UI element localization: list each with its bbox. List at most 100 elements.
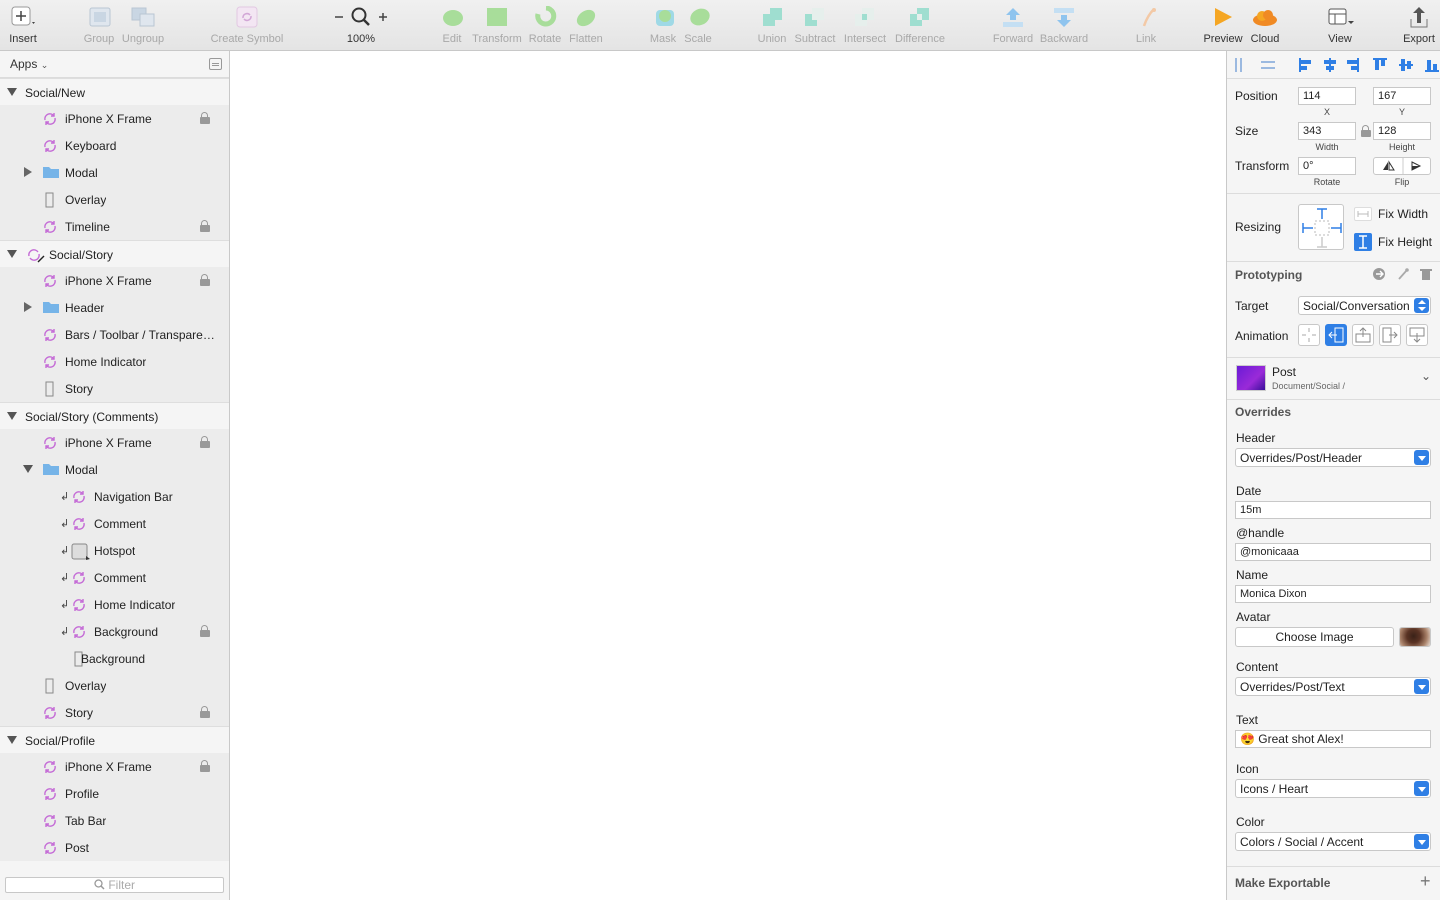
layer-row[interactable]: Story — [0, 375, 229, 402]
layer-row[interactable]: Background — [0, 645, 229, 672]
layer-row[interactable]: Overlay — [0, 672, 229, 699]
choose-image-button[interactable]: Choose Image — [1235, 627, 1394, 647]
collapse-pages-icon[interactable] — [209, 58, 222, 70]
position-x-field[interactable]: 114 — [1298, 87, 1356, 105]
artboard-row[interactable]: Social/New — [0, 78, 229, 105]
disclosure-open-icon[interactable] — [7, 736, 17, 744]
artboard-row[interactable]: Social/Story — [0, 240, 229, 267]
layer-row[interactable]: Modal — [0, 159, 229, 186]
artboard-row[interactable]: Social/Story (Comments) — [0, 402, 229, 429]
animation-slide-down-button[interactable] — [1406, 324, 1428, 346]
page-selector[interactable]: Apps ⌄ — [10, 57, 48, 71]
transform-button[interactable]: Transform — [470, 4, 524, 45]
layer-row[interactable]: iPhone X Frame — [0, 429, 229, 456]
mask-button[interactable]: Mask — [645, 4, 681, 45]
text-override-field[interactable]: 😍 Great shot Alex! — [1235, 730, 1431, 748]
fix-height-icon[interactable] — [1354, 233, 1372, 251]
layer-row[interactable]: ↲ Hotspot — [0, 537, 229, 564]
height-field[interactable]: 128 — [1373, 122, 1431, 140]
layer-row[interactable]: ↲ Background — [0, 618, 229, 645]
content-override-select[interactable]: Overrides/Post/Text — [1235, 677, 1431, 696]
layer-row[interactable]: iPhone X Frame — [0, 267, 229, 294]
lock-icon[interactable] — [200, 274, 210, 286]
layer-row[interactable]: Header — [0, 294, 229, 321]
create-symbol-button[interactable]: Create Symbol — [208, 4, 286, 45]
disclosure-closed-icon[interactable] — [24, 302, 32, 312]
union-button[interactable]: Union — [753, 4, 791, 45]
disclosure-closed-icon[interactable] — [24, 167, 32, 177]
rotate-button[interactable]: Rotate — [525, 4, 565, 45]
color-override-select[interactable]: Colors / Social / Accent — [1235, 832, 1431, 851]
fix-width-icon[interactable] — [1354, 207, 1372, 221]
difference-button[interactable]: Difference — [892, 4, 948, 45]
lock-icon[interactable] — [200, 760, 210, 772]
layer-row[interactable]: ↲ Navigation Bar — [0, 483, 229, 510]
link-button[interactable]: Link — [1128, 4, 1164, 45]
disclosure-open-icon[interactable] — [23, 465, 33, 473]
prototyping-actions[interactable] — [1372, 267, 1434, 281]
preview-button[interactable]: Preview — [1202, 4, 1244, 45]
layer-row[interactable]: ↲ Home Indicator — [0, 591, 229, 618]
alignment-icons[interactable] — [1233, 57, 1440, 73]
layer-row[interactable]: Post — [0, 834, 229, 861]
filter-input[interactable]: Filter — [5, 877, 224, 893]
animation-slide-up-button[interactable] — [1352, 324, 1374, 346]
disclosure-open-icon[interactable] — [7, 88, 17, 96]
lock-icon[interactable] — [200, 625, 210, 637]
layer-row[interactable]: Timeline — [0, 213, 229, 240]
position-y-field[interactable]: 167 — [1373, 87, 1431, 105]
layer-row[interactable]: ↲ Comment — [0, 564, 229, 591]
symbol-menu-chevron-icon[interactable]: ⌄ — [1421, 369, 1431, 383]
intersect-button[interactable]: Intersect — [840, 4, 890, 45]
backward-button[interactable]: Backward — [1038, 4, 1090, 45]
scale-button[interactable]: Scale — [680, 4, 716, 45]
layer-row[interactable]: Modal — [0, 456, 229, 483]
lock-ratio-icon[interactable] — [1361, 125, 1371, 137]
lock-icon[interactable] — [200, 112, 210, 124]
animation-none-button[interactable] — [1298, 324, 1320, 346]
export-button[interactable]: Export — [1398, 4, 1440, 45]
layer-row[interactable]: Bars / Toolbar / Transparent… — [0, 321, 229, 348]
view-button[interactable]: View — [1320, 4, 1360, 45]
name-override-field[interactable]: Monica Dixon — [1235, 585, 1431, 603]
lock-icon[interactable] — [200, 220, 210, 232]
disclosure-open-icon[interactable] — [7, 250, 17, 258]
avatar-thumbnail[interactable] — [1399, 627, 1431, 647]
edit-button[interactable]: Edit — [433, 4, 471, 45]
lock-icon[interactable] — [200, 706, 210, 718]
lock-icon[interactable] — [200, 436, 210, 448]
layer-row[interactable]: Tab Bar — [0, 807, 229, 834]
cloud-button[interactable]: Cloud — [1245, 4, 1285, 45]
flip-control[interactable] — [1373, 157, 1431, 175]
add-export-icon[interactable]: + — [1420, 871, 1431, 892]
animation-slide-right-button[interactable] — [1379, 324, 1401, 346]
resizing-constraints[interactable] — [1298, 204, 1344, 250]
layer-row[interactable]: Home Indicator — [0, 348, 229, 375]
forward-button[interactable]: Forward — [990, 4, 1036, 45]
layer-row[interactable]: Profile — [0, 780, 229, 807]
target-select[interactable]: Social/Conversation — [1298, 296, 1431, 315]
artboard-row[interactable]: Social/Profile — [0, 726, 229, 753]
insert-button[interactable]: Insert — [4, 4, 42, 45]
handle-override-field[interactable]: @monicaaa — [1235, 543, 1431, 561]
layer-row[interactable]: Keyboard — [0, 132, 229, 159]
width-field[interactable]: 343 — [1298, 122, 1356, 140]
layer-row[interactable]: iPhone X Frame — [0, 753, 229, 780]
subtract-button[interactable]: Subtract — [792, 4, 838, 45]
layer-row[interactable]: iPhone X Frame — [0, 105, 229, 132]
layer-row[interactable]: ↲ Comment — [0, 510, 229, 537]
zoom-control[interactable]: 100% — [330, 4, 392, 45]
pages-header[interactable]: Apps ⌄ — [0, 51, 229, 78]
layer-row[interactable]: Story — [0, 699, 229, 726]
ungroup-button[interactable]: Ungroup — [120, 4, 166, 45]
disclosure-open-icon[interactable] — [7, 412, 17, 420]
canvas[interactable] — [230, 51, 1226, 900]
header-override-select[interactable]: Overrides/Post/Header — [1235, 448, 1431, 467]
date-override-field[interactable]: 15m — [1235, 501, 1431, 519]
layer-row[interactable]: Overlay — [0, 186, 229, 213]
rotate-field[interactable]: 0° — [1298, 157, 1356, 175]
animation-slide-left-button[interactable] — [1325, 324, 1347, 346]
flatten-button[interactable]: Flatten — [565, 4, 607, 45]
group-button[interactable]: Group — [80, 4, 118, 45]
icon-override-select[interactable]: Icons / Heart — [1235, 779, 1431, 798]
